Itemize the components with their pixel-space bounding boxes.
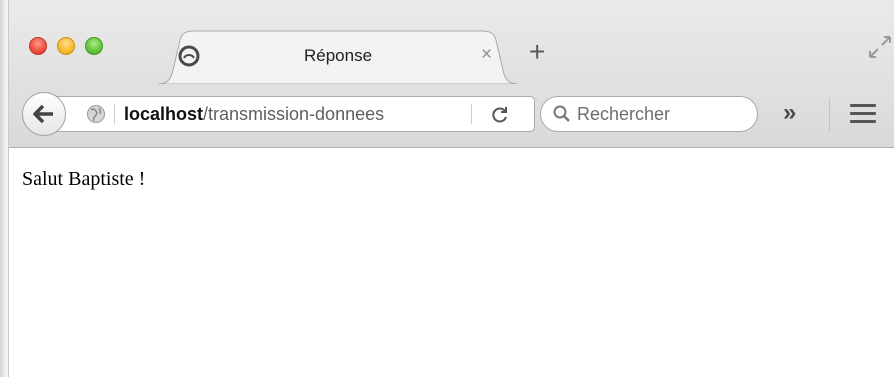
toolbar-separator [829, 98, 830, 132]
reload-icon[interactable] [490, 105, 510, 125]
search-icon [553, 105, 570, 122]
page-greeting-text: Salut Baptiste ! [22, 168, 146, 190]
browser-chrome: Réponse × + localhost/transmission-donne… [9, 0, 894, 148]
tab-title: Réponse [303, 46, 373, 65]
zoom-window-button[interactable] [85, 37, 103, 55]
toolbar-overflow-button[interactable]: » [783, 100, 796, 126]
tab-close-icon[interactable]: × [481, 45, 492, 64]
hamburger-menu-icon[interactable] [850, 104, 876, 124]
fullscreen-icon[interactable] [866, 33, 894, 61]
url-text[interactable]: localhost/transmission-donnees [124, 102, 406, 126]
identity-separator [114, 104, 115, 124]
reload-separator [471, 104, 472, 124]
back-button[interactable] [22, 92, 66, 136]
search-box[interactable] [540, 96, 758, 132]
close-window-button[interactable] [29, 37, 47, 55]
address-bar[interactable]: localhost/transmission-donnees [49, 96, 535, 132]
minimize-window-button[interactable] [57, 37, 75, 55]
url-host: localhost [124, 104, 204, 124]
search-input[interactable] [577, 102, 747, 126]
globe-icon[interactable] [86, 104, 106, 124]
url-path: /transmission-donnees [203, 104, 385, 124]
new-tab-button[interactable]: + [529, 38, 545, 66]
globe-tab-icon [178, 45, 200, 67]
browser-window: Réponse × + localhost/transmission-donne… [0, 0, 894, 377]
tab-reponse[interactable]: Réponse × [158, 30, 518, 84]
window-left-edge [0, 0, 9, 377]
back-arrow-icon [33, 104, 53, 124]
page-content: Salut Baptiste ! [10, 148, 894, 377]
